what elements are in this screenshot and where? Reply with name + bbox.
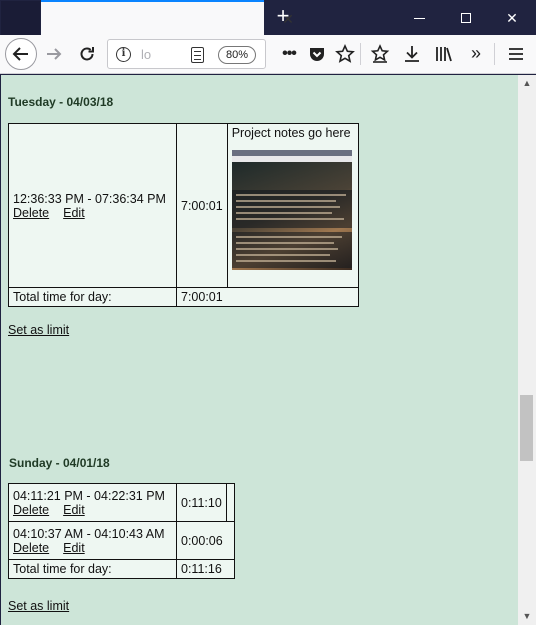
scroll-thumb[interactable] (520, 395, 533, 461)
forward-icon[interactable] (44, 44, 64, 64)
delete-link[interactable]: Delete (13, 541, 49, 555)
notes-screenshot-thumbnail[interactable] (231, 150, 352, 270)
entry-cell: 04:10:37 AM - 04:10:43 AM Delete Edit (8, 521, 177, 560)
url-text[interactable]: lo (141, 47, 151, 62)
scroll-down-icon[interactable]: ▼ (518, 608, 536, 625)
vertical-scrollbar[interactable]: ▲ ▼ (518, 75, 536, 625)
time-range: 12:36:33 PM - 07:36:34 PM (13, 191, 166, 206)
set-as-limit-link[interactable]: Set as limit (8, 599, 69, 613)
entry-actions: Delete Edit (13, 206, 172, 220)
new-tab-icon[interactable]: + (272, 5, 294, 28)
entry-cell: 12:36:33 PM - 07:36:34 PM Delete Edit (8, 123, 177, 288)
page-viewport: Tuesday - 04/03/18 12:36:33 PM - 07:36:3… (0, 75, 518, 625)
time-range: 04:10:37 AM - 04:10:43 AM (13, 526, 165, 541)
bookmark-star-icon[interactable] (335, 44, 355, 64)
toolbar-divider (360, 43, 361, 65)
table-row: 04:10:37 AM - 04:10:43 AM Delete Edit 0:0… (8, 521, 235, 560)
edit-link[interactable]: Edit (63, 503, 85, 517)
tab-strip: ✕ + ✕ (0, 0, 536, 35)
day-heading: Tuesday - 04/03/18 (8, 95, 114, 109)
bookmarks-toolbar-icon[interactable] (370, 44, 390, 64)
back-icon[interactable] (5, 38, 37, 70)
entry-cell: 04:11:21 PM - 04:22:31 PM Delete Edit (8, 483, 177, 522)
reload-icon[interactable] (77, 44, 97, 64)
minimize-icon[interactable] (410, 9, 428, 27)
window-close-icon[interactable]: ✕ (503, 9, 521, 27)
total-label: Total time for day: (8, 287, 177, 307)
total-value: 0:11:16 (176, 559, 235, 579)
table-row: Total time for day: 7:00:01 (8, 287, 359, 307)
library-icon[interactable] (434, 44, 454, 64)
edit-link[interactable]: Edit (63, 541, 85, 555)
overflow-icon[interactable]: » (466, 44, 486, 64)
url-bar[interactable]: i lo 80% (107, 39, 266, 69)
total-value: 7:00:01 (176, 287, 359, 307)
time-range: 04:11:21 PM - 04:22:31 PM (13, 488, 165, 503)
day-heading: Sunday - 04/01/18 (9, 456, 110, 470)
day-table: 12:36:33 PM - 07:36:34 PM Delete Edit 7:0… (8, 123, 360, 307)
more-icon[interactable]: ••• (279, 44, 299, 64)
set-as-limit-link[interactable]: Set as limit (8, 323, 69, 337)
total-label: Total time for day: (8, 559, 177, 579)
zoom-level-badge[interactable]: 80% (218, 46, 256, 64)
download-icon[interactable] (402, 44, 422, 64)
entry-actions: Delete Edit (13, 503, 172, 517)
project-notes: Project notes go here (231, 126, 351, 140)
menu-icon[interactable] (506, 44, 526, 64)
table-row: 12:36:33 PM - 07:36:34 PM Delete Edit 7:0… (8, 123, 360, 288)
maximize-icon[interactable] (457, 9, 475, 27)
inactive-tab[interactable] (1, 1, 40, 35)
scroll-up-icon[interactable]: ▲ (518, 75, 536, 92)
reader-view-icon[interactable] (191, 47, 204, 63)
nav-toolbar: i lo 80% ••• » (0, 35, 536, 74)
active-tab[interactable]: ✕ (41, 0, 294, 35)
duration-cell: 0:00:06 (176, 521, 235, 560)
table-row: Total time for day: 0:11:16 (8, 559, 235, 579)
duration-cell: 0:11:10 (176, 483, 227, 522)
info-icon[interactable]: i (116, 47, 131, 62)
table-row: 04:11:21 PM - 04:22:31 PM Delete Edit 0:1… (8, 483, 235, 522)
delete-link[interactable]: Delete (13, 503, 49, 517)
toolbar-divider (494, 43, 495, 65)
edit-link[interactable]: Edit (63, 206, 85, 220)
day-table: 04:11:21 PM - 04:22:31 PM Delete Edit 0:1… (8, 483, 235, 579)
notes-cell (226, 483, 235, 522)
pocket-icon[interactable] (307, 44, 327, 64)
duration-cell: 7:00:01 (176, 123, 228, 288)
delete-link[interactable]: Delete (13, 206, 49, 220)
entry-actions: Delete Edit (13, 541, 172, 555)
notes-cell: Project notes go here (226, 123, 360, 288)
